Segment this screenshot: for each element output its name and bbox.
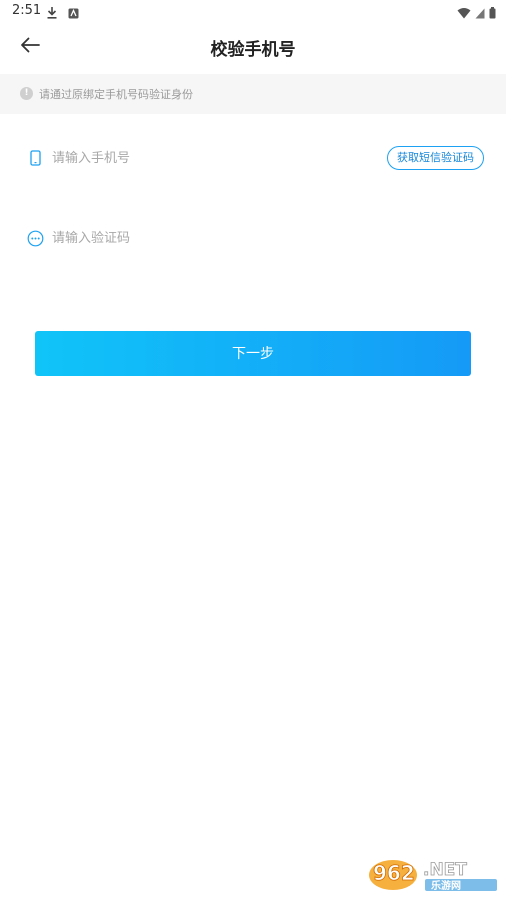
wifi-icon — [457, 4, 471, 23]
status-time: 2:51 — [12, 3, 42, 18]
page-title: 校验手机号 — [210, 40, 296, 60]
svg-text:962: 962 — [373, 861, 415, 885]
status-left-icons — [46, 4, 79, 23]
tip-bar: ! 请通过原绑定手机号码验证身份 — [0, 74, 506, 114]
code-field-row — [0, 214, 506, 262]
phone-icon — [26, 149, 44, 167]
status-right-icons — [457, 4, 496, 23]
next-step-label: 下一步 — [232, 345, 274, 361]
verification-code-input[interactable] — [52, 226, 352, 250]
next-step-button[interactable]: 下一步 — [35, 331, 471, 376]
nav-bar: 校验手机号 — [0, 22, 506, 72]
cellular-signal-icon — [475, 4, 485, 23]
tip-text: 请通过原绑定手机号码验证身份 — [39, 88, 193, 101]
svg-text:乐游网: 乐游网 — [431, 879, 461, 892]
battery-icon — [489, 4, 496, 23]
message-dots-icon — [26, 229, 44, 247]
app-notification-icon — [68, 4, 79, 23]
phone-field-row: 获取短信验证码 — [0, 134, 506, 182]
download-icon — [46, 4, 58, 23]
info-icon: ! — [20, 87, 33, 100]
status-bar: 2:51 — [0, 0, 506, 22]
svg-text:.NET: .NET — [423, 860, 467, 880]
get-sms-code-button[interactable]: 获取短信验证码 — [387, 146, 484, 170]
watermark-logo: 962 .NET 乐游网 — [367, 853, 501, 893]
phone-input[interactable] — [52, 146, 352, 170]
